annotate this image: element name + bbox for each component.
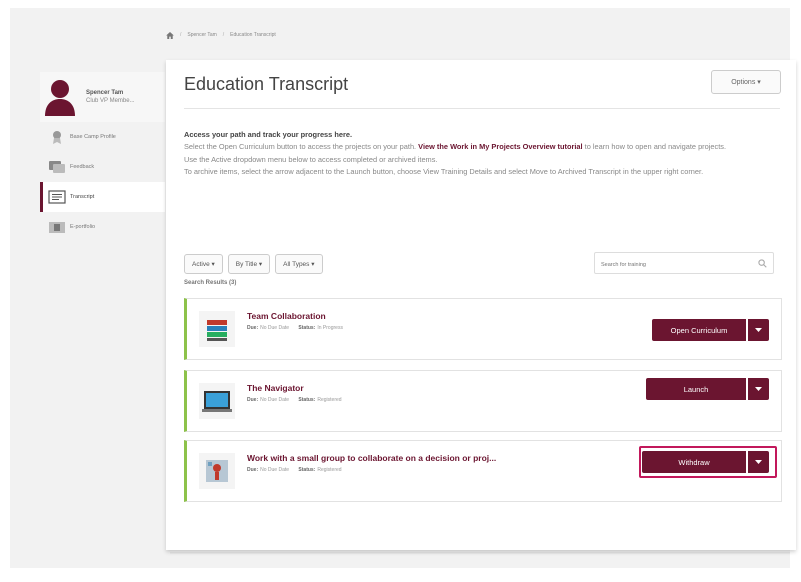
profile-subtitle: Club VP Membe... [86, 98, 135, 104]
due-label: Due: [247, 467, 259, 473]
sort-by-title-dropdown[interactable]: By Title ▾ [227, 254, 271, 274]
intro-paragraph-active: Use the Active dropdown menu below to ac… [184, 154, 438, 164]
search-input[interactable] [595, 255, 745, 275]
status-value: Registered [317, 467, 342, 473]
status-value: In Progress [317, 325, 343, 331]
sidebar-item-base-camp-profile[interactable]: Base Camp Profile [40, 122, 165, 152]
due-label: Due: [247, 325, 259, 331]
due-value: No Due Date [260, 397, 290, 403]
intro-paragraph-curriculum: Select the Open Curriculum button to acc… [184, 142, 784, 152]
training-row: Team Collaboration Due: No Due Date Statu… [184, 298, 782, 360]
training-meta: Due: No Due Date Status: Registered [247, 467, 350, 473]
status-label: Status: [298, 325, 316, 331]
due-value: No Due Date [260, 325, 290, 331]
intro-text: Access your path and track your progress… [184, 130, 784, 180]
intro-text-part: to learn how to open and navigate projec… [582, 142, 727, 152]
sidebar-item-label: Transcript [70, 194, 95, 200]
panel-shadow [170, 552, 790, 555]
caret-down-icon [755, 460, 762, 464]
sidebar-item-label: E-portfolio [70, 224, 96, 230]
profile-name: Spencer Tam [86, 90, 124, 96]
sidebar: Spencer Tam Club VP Membe... Base Camp P… [40, 72, 165, 242]
action-button-group: Withdraw [642, 451, 769, 473]
sidebar-item-label: Base Camp Profile [70, 134, 116, 140]
breadcrumb: / Spencer Tam / Education Transcript [166, 28, 466, 42]
breadcrumb-separator: / [222, 32, 225, 38]
active-filter-dropdown[interactable]: Active ▾ [184, 254, 223, 274]
action-button-group: Launch [646, 378, 769, 400]
training-row: The Navigator Due: No Due Date Status: Reg… [184, 370, 782, 432]
type-filter-dropdown[interactable]: All Types ▾ [275, 254, 323, 274]
search-results-count: Search Results (3) [184, 280, 237, 286]
badge-icon [53, 131, 61, 144]
sidebar-item-transcript[interactable]: Transcript [40, 182, 165, 212]
breadcrumb-current: Education Transcript [230, 32, 276, 38]
sidebar-item-e-portfolio[interactable]: E-portfolio [40, 212, 165, 242]
training-meta: Due: No Due Date Status: In Progress [247, 325, 351, 331]
training-row: Work with a small group to collaborate o… [184, 440, 782, 502]
withdraw-button[interactable]: Withdraw [642, 451, 746, 473]
actions-dropdown-toggle[interactable] [748, 451, 769, 473]
intro-text-part: Select the Open Curriculum button to acc… [184, 142, 419, 152]
launch-button[interactable]: Launch [646, 378, 746, 400]
caret-down-icon [755, 387, 762, 391]
home-icon[interactable] [166, 31, 174, 39]
caret-down-icon [755, 328, 762, 332]
status-value: Registered [317, 397, 342, 403]
intro-paragraph-archive: To archive items, select the arrow adjac… [184, 167, 704, 177]
status-label: Status: [298, 467, 316, 473]
profile-card[interactable]: Spencer Tam Club VP Membe... [40, 72, 165, 122]
actions-dropdown-toggle[interactable] [748, 378, 769, 400]
profile-text: Spencer Tam Club VP Membe... [86, 90, 135, 104]
options-button[interactable]: Options ▾ [711, 70, 781, 94]
feedback-icon [49, 161, 65, 173]
sidebar-item-feedback[interactable]: Feedback [40, 152, 165, 182]
portfolio-icon [49, 222, 65, 233]
search-box [594, 252, 774, 275]
group-project-thumbnail-icon [199, 453, 235, 489]
transcript-panel: Education Transcript Options ▾ Access yo… [166, 60, 796, 550]
laptop-thumbnail-icon [199, 383, 235, 419]
status-label: Status: [298, 397, 316, 403]
training-title[interactable]: The Navigator [247, 383, 304, 393]
transcript-icon [48, 190, 66, 204]
open-curriculum-button[interactable]: Open Curriculum [652, 319, 746, 341]
training-meta: Due: No Due Date Status: Registered [247, 397, 350, 403]
sidebar-item-label: Feedback [70, 164, 95, 170]
tutorial-link[interactable]: View the Work in My Projects Overview tu… [418, 142, 582, 151]
search-icon[interactable] [758, 259, 767, 268]
curriculum-thumbnail-icon [199, 311, 235, 347]
action-button-group: Open Curriculum [652, 319, 769, 341]
actions-dropdown-toggle[interactable] [748, 319, 769, 341]
training-title[interactable]: Work with a small group to collaborate o… [247, 453, 496, 463]
divider [184, 108, 780, 109]
breadcrumb-link-user[interactable]: Spencer Tam [187, 32, 216, 38]
user-avatar-icon [45, 80, 75, 116]
training-title[interactable]: Team Collaboration [247, 311, 326, 321]
intro-heading: Access your path and track your progress… [184, 130, 352, 139]
filter-bar: Active ▾ By Title ▾ All Types ▾ [184, 254, 328, 274]
due-value: No Due Date [260, 467, 290, 473]
page-title: Education Transcript [184, 74, 349, 94]
due-label: Due: [247, 397, 259, 403]
breadcrumb-separator: / [180, 32, 182, 38]
